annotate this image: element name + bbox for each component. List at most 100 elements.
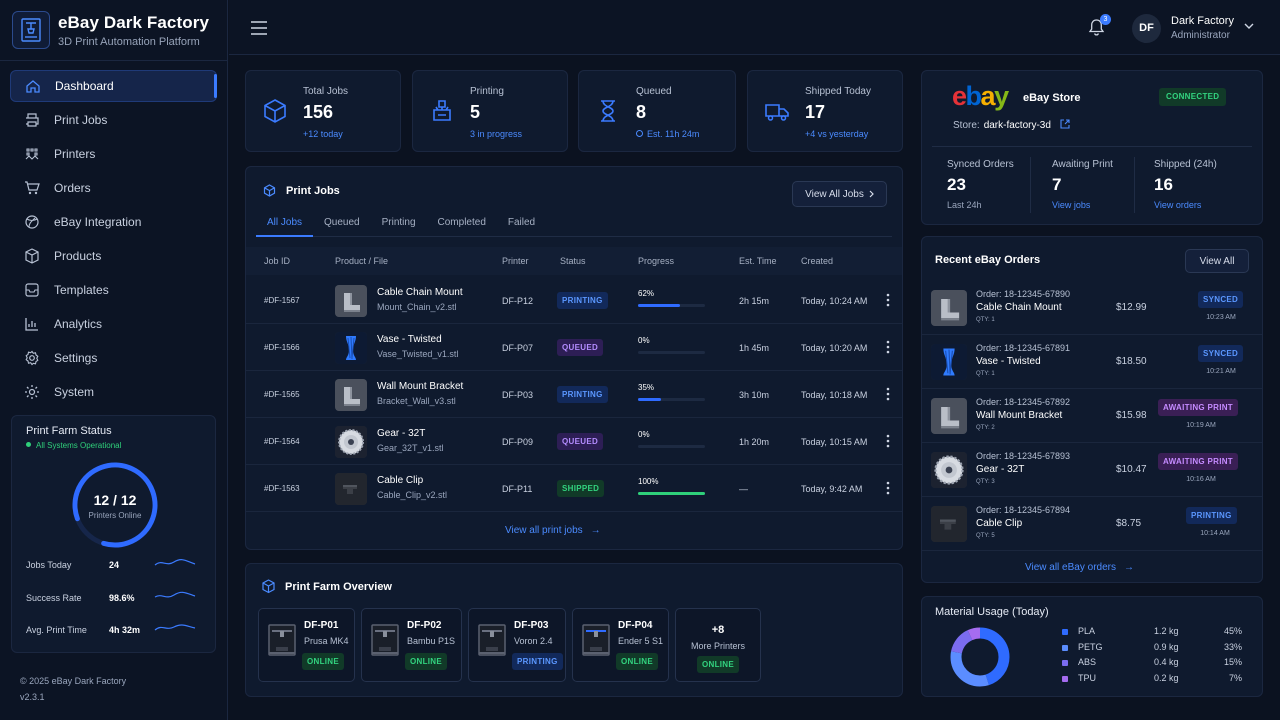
printer-card-df-p03[interactable]: DF-P03 Voron 2.4 PRINTING: [468, 608, 566, 682]
clock-icon: [636, 130, 643, 137]
sidebar-item-dashboard[interactable]: Dashboard: [10, 70, 217, 102]
est-time: 1h 20m: [739, 437, 770, 447]
order-price: $8.75: [1116, 518, 1142, 529]
cart-icon: [25, 181, 40, 195]
view-jobs-link[interactable]: View jobs: [1052, 200, 1113, 210]
farm-stat-success-rate: Success Rate 98.6%: [26, 591, 206, 609]
logo-letter: y: [994, 81, 1009, 111]
truck-icon: [765, 104, 789, 121]
tab-failed[interactable]: Failed: [497, 207, 546, 237]
tab-completed[interactable]: Completed: [427, 207, 497, 237]
order-time: 10:21 AM: [1206, 368, 1236, 375]
printer-model: Ender 5 S1: [618, 636, 664, 646]
hamburger-menu-icon[interactable]: [251, 21, 267, 35]
kebab-menu-icon[interactable]: [886, 387, 890, 401]
sidebar-item-system[interactable]: System: [10, 376, 217, 408]
sidebar-item-printers[interactable]: Printers: [10, 138, 217, 170]
print-farm-overview-panel: Print Farm Overview DF-P01 Prusa MK4 ONLIN…: [245, 563, 903, 697]
sidebar-item-print-jobs[interactable]: Print Jobs: [10, 104, 217, 136]
job-id: #DF-1565: [264, 390, 300, 399]
kebab-menu-icon[interactable]: [886, 481, 890, 495]
kebab-menu-icon[interactable]: [886, 340, 890, 354]
material-row: TPU 0.2 kg 7%: [1062, 673, 1252, 687]
table-row[interactable]: #DF-1564 Gear - 32T Gear_32T_v1.stl DF-P09 Q…: [246, 418, 902, 465]
user-name[interactable]: Dark Factory: [1171, 15, 1234, 27]
printer-card-df-p04[interactable]: DF-P04 Ender 5 S1 ONLINE: [572, 608, 669, 682]
kebab-menu-icon[interactable]: [886, 293, 890, 307]
legend-swatch: [1062, 629, 1068, 635]
stat-value: 17: [805, 102, 826, 122]
avatar[interactable]: DF: [1132, 14, 1161, 43]
sidebar-item-products[interactable]: Products: [10, 240, 217, 272]
stat-card-shipped-today[interactable]: Shipped Today 17 +4 vs yesterday: [747, 70, 903, 152]
tab-queued[interactable]: Queued: [313, 207, 371, 237]
legend-swatch: [1062, 675, 1068, 682]
printer-card-df-p01[interactable]: DF-P01 Prusa MK4 ONLINE: [258, 608, 355, 682]
table-row[interactable]: #DF-1563 Cable Clip Cable_Clip_v2.stl DF-P1…: [246, 465, 902, 512]
created-time: Today, 10:15 AM: [801, 437, 868, 447]
sidebar-item-ebay-integration[interactable]: eBay Integration: [10, 206, 217, 238]
view-all-print-jobs-link[interactable]: View all print jobs →: [505, 525, 601, 536]
column-header: Job ID: [264, 256, 291, 266]
list-item[interactable]: Order: 18-12345-67893 Gear - 32T QTY: 3 $10…: [922, 443, 1262, 497]
column-header: Status: [560, 256, 586, 266]
product-thumbnail: [335, 285, 367, 317]
bracket-thumbnail-icon: [335, 379, 367, 411]
printer-icon: [26, 113, 39, 127]
sidebar-item-analytics[interactable]: Analytics: [10, 308, 217, 340]
brand[interactable]: eBay Dark Factory 3D Print Automation Pl…: [12, 11, 209, 49]
stat-sub: +4 vs yesterday: [805, 129, 869, 139]
stat-card-printing[interactable]: Printing 5 3 in progress: [412, 70, 568, 152]
vase-thumbnail-icon: [931, 344, 967, 380]
stat-sub: +12 today: [303, 129, 343, 139]
table-row[interactable]: #DF-1566 Vase - Twisted Vase_Twisted_v1.st…: [246, 324, 902, 371]
product-file: Bracket_Wall_v3.stl: [377, 396, 456, 406]
stat-card-total-jobs[interactable]: Total Jobs 156 +12 today: [245, 70, 401, 152]
list-item[interactable]: Order: 18-12345-67892 Wall Mount Bracket Q…: [922, 389, 1262, 443]
view-all-orders-button[interactable]: View All: [1185, 249, 1249, 273]
list-item[interactable]: Order: 18-12345-67894 Cable Clip QTY: 5 $8.…: [922, 497, 1262, 551]
product-thumbnail: [335, 379, 367, 411]
product-thumbnail: [335, 473, 367, 505]
material-weight: 1.2 kg: [1154, 626, 1179, 636]
external-link-icon[interactable]: [1060, 119, 1070, 129]
list-item[interactable]: Order: 18-12345-67890 Cable Chain Mount QT…: [922, 281, 1262, 335]
notification-badge: 3: [1100, 14, 1111, 25]
farm-stat-value: 4h 32m: [109, 625, 141, 635]
sidebar-nav: Dashboard Print Jobs Printers Orders eBay In…: [10, 70, 217, 410]
3d-printer-icon: [478, 624, 506, 656]
sidebar-item-templates[interactable]: Templates: [10, 274, 217, 306]
metric-label: Synced Orders: [947, 159, 1014, 170]
list-item[interactable]: Order: 18-12345-67891 Vase - Twisted QTY: …: [922, 335, 1262, 389]
status-badge: PRINTING: [557, 386, 608, 403]
view-all-jobs-button[interactable]: View All Jobs: [792, 181, 887, 207]
order-product: Cable Clip: [976, 518, 1023, 529]
job-id: #DF-1567: [264, 296, 300, 305]
table-row[interactable]: #DF-1565 Wall Mount Bracket Bracket_Wall_v…: [246, 371, 902, 418]
printer-card-df-p02[interactable]: DF-P02 Bambu P1S ONLINE: [361, 608, 462, 682]
created-time: Today, 10:24 AM: [801, 296, 868, 306]
sidebar-item-settings[interactable]: Settings: [10, 342, 217, 374]
column-header: Product / File: [335, 256, 389, 266]
sidebar-item-label: System: [54, 385, 95, 399]
view-orders-link[interactable]: View orders: [1154, 200, 1217, 210]
product-thumbnail: [335, 332, 367, 364]
table-row[interactable]: #DF-1567 Cable Chain Mount Mount_Chain_v2.…: [246, 277, 902, 324]
stat-label: Queued: [636, 86, 672, 97]
progress-bar: [638, 304, 705, 307]
status-badge: SYNCED: [1198, 291, 1244, 308]
chevron-down-icon[interactable]: [1244, 23, 1254, 30]
stat-card-queued[interactable]: Queued 8 Est. 11h 24m: [578, 70, 736, 152]
clip-thumbnail-icon: [931, 506, 967, 542]
sidebar-item-orders[interactable]: Orders: [10, 172, 217, 204]
kebab-menu-icon[interactable]: [886, 434, 890, 448]
view-all-ebay-orders-link[interactable]: View all eBay orders →: [1025, 562, 1134, 573]
material-name: ABS: [1078, 657, 1097, 667]
progress-percent: 100%: [638, 477, 659, 486]
tab-printing[interactable]: Printing: [371, 207, 427, 237]
tab-all-jobs[interactable]: All Jobs: [256, 207, 314, 237]
store-name[interactable]: dark-factory-3d: [984, 120, 1051, 131]
more-printers-card[interactable]: +8 More Printers ONLINE: [675, 608, 761, 682]
sidebar-item-label: Templates: [54, 283, 109, 297]
order-product: Gear - 32T: [976, 464, 1025, 475]
